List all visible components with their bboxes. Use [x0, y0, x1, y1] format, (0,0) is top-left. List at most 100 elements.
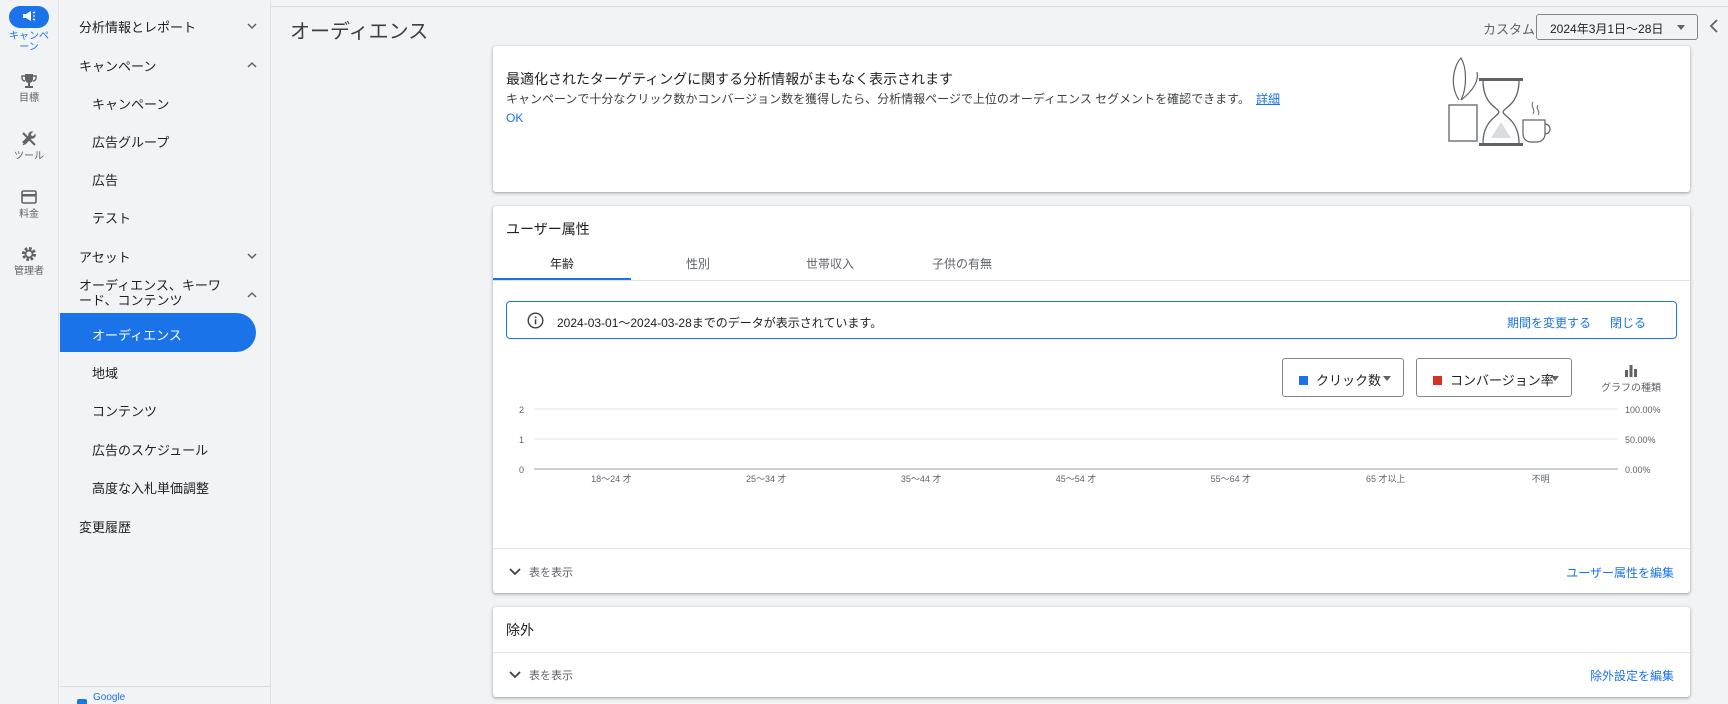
- sidebar-item-audience-group[interactable]: オーディエンス、キーワード、コンテンツ: [60, 278, 271, 312]
- sidebar-item-label: 分析情報とレポート: [79, 20, 197, 35]
- rail-item-campaigns[interactable]: キャンペーン: [0, 6, 58, 53]
- sidebar-item-change-history[interactable]: 変更履歴: [60, 517, 271, 535]
- promo-text: キャンペーンで十分なクリック数かコンバージョン数を獲得したら、分析情報ページで上…: [506, 90, 1280, 107]
- y-right-tick-label: 50.00%: [1625, 435, 1656, 445]
- rail-label: キャンペーン: [9, 31, 49, 53]
- show-table-toggle[interactable]: 表を表示: [509, 667, 573, 683]
- rail-label: 管理者: [14, 266, 44, 277]
- google-logo: Google: [77, 692, 125, 704]
- sidebar-item-ad-schedule[interactable]: 広告のスケジュール: [60, 440, 271, 458]
- series1-swatch: [1299, 376, 1308, 385]
- sidebar-item-label: アセット: [79, 250, 131, 265]
- ok-button[interactable]: OK: [506, 111, 523, 125]
- tab-gender[interactable]: 性別: [631, 248, 765, 280]
- credit-card-icon: [21, 190, 37, 204]
- y-right-tick-label: 0.00%: [1625, 465, 1651, 475]
- sidebar-item-label: 変更履歴: [79, 520, 132, 535]
- sidebar-nav: 分析情報とレポート キャンペーン キャンペーン 広告グループ 広告 テスト アセ…: [60, 0, 271, 704]
- change-period-link[interactable]: 期間を変更する: [1507, 314, 1591, 331]
- sidebar-item-locations[interactable]: 地域: [60, 363, 271, 381]
- megaphone-icon: [9, 6, 49, 28]
- sidebar-item-label: キャンペーン: [92, 97, 170, 112]
- x-tick-label: 不明: [1532, 474, 1550, 484]
- rail-item-goals[interactable]: 目標: [0, 72, 58, 104]
- rail-item-billing[interactable]: 料金: [0, 188, 58, 220]
- sidebar-item-label: オーディエンス: [92, 328, 182, 343]
- google-label: Google: [93, 692, 126, 703]
- sidebar-item-content[interactable]: コンテンツ: [60, 401, 271, 419]
- age-chart: 0 0.00% 1 50.00% 2 100.00% 18～24 才 25～34 才 35～44…: [519, 405, 1661, 484]
- sidebar-item-label: 高度な入札単価調整: [92, 481, 210, 496]
- chevron-down-icon: [247, 23, 257, 30]
- sidebar-item-ad-groups[interactable]: 広告グループ: [60, 132, 271, 150]
- edit-exclusions-link[interactable]: 除外設定を編集: [1590, 667, 1674, 684]
- sidebar-item-bid-adjustments[interactable]: 高度な入札単価調整: [60, 478, 271, 496]
- rail-label: 目標: [19, 93, 39, 104]
- chevron-up-icon: [247, 291, 257, 298]
- promo-title: 最適化されたターゲティングに関する分析情報がまもなく表示されます: [506, 71, 954, 87]
- sidebar-item-ads[interactable]: 広告: [60, 170, 271, 188]
- promo-description: キャンペーンで十分なクリック数かコンバージョン数を獲得したら、分析情報ページで上…: [506, 92, 1250, 106]
- dropdown-arrow-icon: [1551, 376, 1559, 381]
- section-title: ユーザー属性: [506, 221, 590, 237]
- date-range-select[interactable]: 2024年3月1日～28日: [1536, 14, 1698, 40]
- x-tick-label: 35～44 才: [901, 473, 942, 484]
- tab-household-income[interactable]: 世帯収入: [763, 248, 897, 280]
- sidebar-item-label: オーディエンス、キーワード、コンテンツ: [79, 278, 221, 308]
- x-tick-label: 25～34 才: [746, 473, 787, 484]
- show-table-toggle[interactable]: 表を表示: [509, 564, 573, 580]
- close-banner-link[interactable]: 閉じる: [1610, 314, 1646, 331]
- tab-parental-status[interactable]: 子供の有無: [895, 248, 1029, 280]
- trophy-icon: [21, 74, 37, 88]
- chevron-down-icon: [247, 253, 257, 260]
- sidebar-item-campaigns[interactable]: キャンペーン: [60, 94, 271, 112]
- info-icon: [527, 312, 544, 329]
- edit-demographics-link[interactable]: ユーザー属性を編集: [1566, 564, 1674, 581]
- x-tick-label: 18～24 才: [591, 473, 632, 484]
- sidebar-item-label: コンテンツ: [92, 404, 158, 419]
- show-table-label: 表を表示: [529, 567, 573, 579]
- icon-rail: キャンペーン 目標 ツール 料金 管理者: [0, 0, 59, 704]
- insights-promo-card: 最適化されたターゲティングに関する分析情報がまもなく表示されます キャンペーンで…: [493, 46, 1690, 192]
- sidebar-item-tests[interactable]: テスト: [60, 208, 271, 226]
- sidebar-item-label: 広告グループ: [92, 135, 170, 150]
- card-divider: [493, 548, 1690, 549]
- series2-swatch: [1433, 376, 1442, 385]
- rail-item-tools[interactable]: ツール: [0, 130, 58, 162]
- page-title: オーディエンス: [290, 21, 429, 43]
- rail-label: 料金: [19, 209, 39, 220]
- tab-divider: [493, 280, 1690, 281]
- date-info-banner: 2024-03-01～2024-03-28までのデータが表示されています。 期間…: [506, 301, 1677, 339]
- sidebar-item-assets[interactable]: アセット: [60, 247, 271, 265]
- show-table-label: 表を表示: [529, 670, 573, 682]
- chevron-down-icon: [509, 568, 521, 576]
- learn-more-link[interactable]: 詳細: [1256, 92, 1280, 106]
- demographics-card: ユーザー属性 年齢 性別 世帯収入 子供の有無 2024-03-01～2024-…: [493, 206, 1690, 593]
- dropdown-arrow-icon: [1677, 25, 1685, 30]
- sidebar-item-label: 広告: [92, 173, 119, 188]
- sidebar-item-insights[interactable]: 分析情報とレポート: [60, 17, 271, 35]
- bar-chart-icon: [1625, 365, 1637, 377]
- y-left-tick-label: 2: [519, 405, 524, 415]
- tab-age[interactable]: 年齢: [493, 248, 631, 280]
- banner-text: 2024-03-01～2024-03-28までのデータが表示されています。: [557, 316, 883, 330]
- tools-icon: [22, 131, 36, 146]
- chevron-left-icon[interactable]: [1707, 18, 1721, 34]
- hourglass-illustration: [1448, 57, 1551, 146]
- sidebar-item-audiences[interactable]: オーディエンス: [60, 313, 256, 352]
- y-left-tick-label: 0: [519, 465, 524, 475]
- rail-item-admin[interactable]: 管理者: [0, 245, 58, 277]
- sidebar-footer: Google: [60, 686, 271, 704]
- date-range-type: カスタム: [1483, 22, 1536, 37]
- sidebar-item-label: 地域: [92, 366, 119, 381]
- sidebar-item-label: キャンペーン: [79, 59, 157, 74]
- date-range-value: 2024年3月1日～28日: [1550, 22, 1664, 36]
- sidebar-item-campaigns-group[interactable]: キャンペーン: [60, 56, 271, 74]
- card-divider: [493, 652, 1690, 653]
- sidebar-item-label: テスト: [92, 211, 132, 226]
- x-tick-label: 55～64 才: [1211, 473, 1252, 484]
- demographics-tabs: 年齢 性別 世帯収入 子供の有無: [493, 248, 1093, 280]
- chevron-down-icon: [509, 671, 521, 679]
- google-ads-icon: [77, 698, 87, 704]
- x-tick-label: 45～54 才: [1056, 473, 1097, 484]
